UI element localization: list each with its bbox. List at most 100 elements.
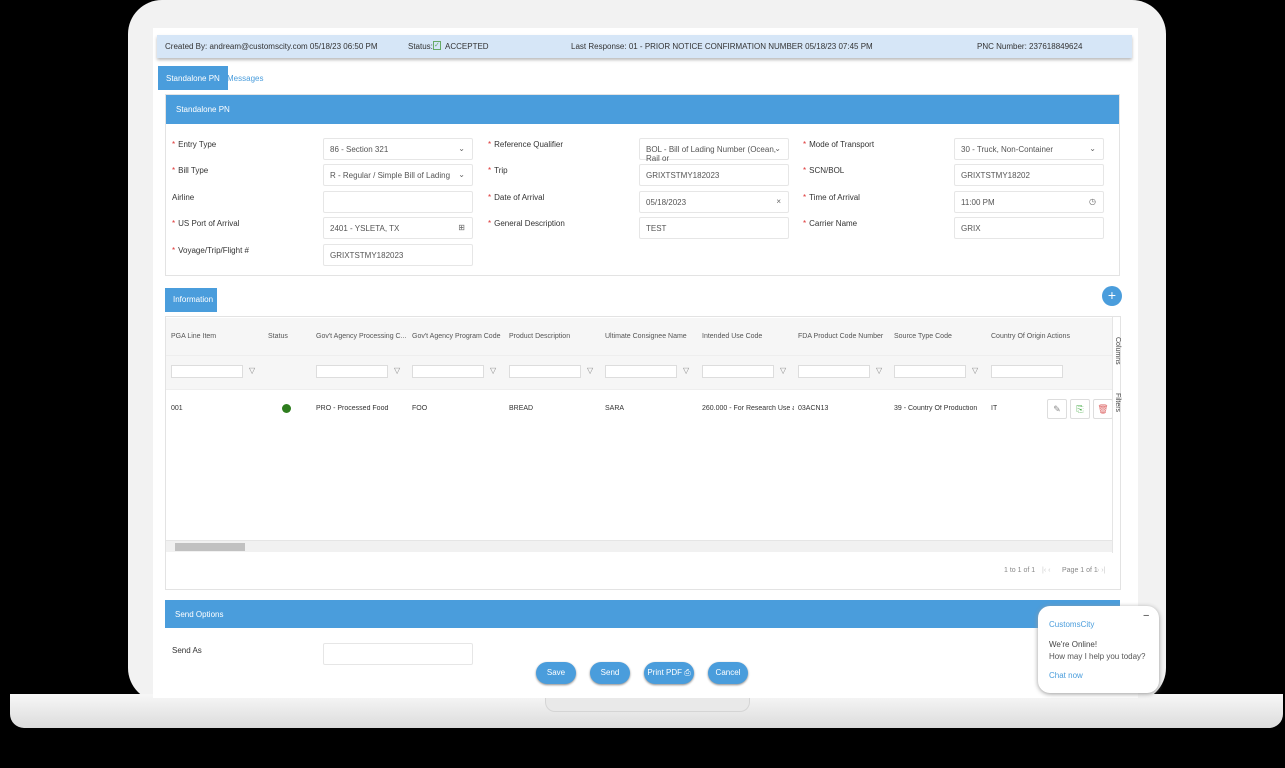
field-label: * Mode of Transport: [803, 140, 874, 149]
column-filter-input[interactable]: [412, 365, 484, 378]
field-input[interactable]: 05/18/2023 ×: [639, 191, 789, 213]
edit-icon[interactable]: ✎: [1047, 399, 1067, 419]
column-header[interactable]: Ultimate Consignee Name: [605, 333, 687, 340]
column-filter-input[interactable]: [171, 365, 243, 378]
cancel-button[interactable]: Cancel: [708, 662, 748, 684]
filters-toggle[interactable]: Filters: [1114, 393, 1121, 412]
filter-icon[interactable]: ▽: [249, 366, 255, 375]
filter-icon[interactable]: ▽: [394, 366, 400, 375]
column-filter-input[interactable]: [991, 365, 1063, 378]
filter-icon[interactable]: ▽: [490, 366, 496, 375]
field-input[interactable]: 11:00 PM ◷: [954, 191, 1104, 213]
columns-toggle[interactable]: Columns: [1114, 337, 1121, 365]
column-header[interactable]: Product Description: [509, 333, 570, 340]
field-label: * Reference Qualifier: [488, 140, 563, 149]
field-input[interactable]: BOL - Bill of Lading Number (Ocean, Rail…: [639, 138, 789, 163]
column-header[interactable]: Status: [268, 333, 288, 340]
field-label: * SCN/BOL: [803, 166, 844, 175]
horizontal-scrollbar[interactable]: [166, 540, 1112, 552]
scrollbar-thumb[interactable]: [175, 543, 245, 551]
column-header[interactable]: FDA Product Code Number: [798, 333, 883, 340]
field-input[interactable]: GRIX: [954, 217, 1104, 239]
next-page-icon[interactable]: › ›|: [1097, 567, 1105, 574]
field-value: 11:00 PM: [961, 198, 995, 207]
field-label-text: US Port of Arrival: [178, 219, 240, 228]
field-input[interactable]: [323, 191, 473, 213]
column-filter-input[interactable]: [702, 365, 774, 378]
filter-icon[interactable]: ▽: [587, 366, 593, 375]
field-label-text: Bill Type: [178, 166, 209, 175]
column-header[interactable]: PGA Line Item: [171, 333, 216, 340]
field-label: * Bill Type: [172, 166, 208, 175]
column-header[interactable]: Source Type Code: [894, 333, 952, 340]
send-button[interactable]: Send: [590, 662, 630, 684]
last-response: Last Response: 01 - PRIOR NOTICE CONFIRM…: [571, 42, 873, 51]
column-filter-input[interactable]: [316, 365, 388, 378]
lookup-icon[interactable]: ⊞: [458, 223, 465, 232]
field-value: GRIXTSTMY182023: [646, 171, 720, 180]
chevron-down-icon[interactable]: ⌄: [1089, 144, 1096, 153]
chevron-down-icon[interactable]: ⌄: [774, 144, 781, 153]
table-cell: PRO - Processed Food: [316, 405, 389, 412]
delete-icon[interactable]: 🗑: [1093, 399, 1113, 419]
minimize-icon[interactable]: −: [1143, 610, 1149, 622]
column-header[interactable]: Actions: [1047, 333, 1070, 340]
filter-icon[interactable]: ▽: [683, 366, 689, 375]
pagination-range: 1 to 1 of 1: [1004, 567, 1036, 574]
field-input[interactable]: 86 - Section 321 ⌄: [323, 138, 473, 160]
table-cell: 260.000 - For Research Use as Hum: [702, 405, 794, 412]
required-marker: *: [803, 166, 807, 175]
field-label-text: Date of Arrival: [494, 193, 545, 202]
save-button[interactable]: Save: [536, 662, 576, 684]
table-cell: FOO: [412, 405, 428, 412]
filter-icon[interactable]: ▽: [972, 366, 978, 375]
chat-now-link[interactable]: Chat now: [1049, 671, 1083, 680]
required-marker: *: [803, 219, 807, 228]
column-header[interactable]: Intended Use Code: [702, 333, 762, 340]
filter-icon[interactable]: ▽: [876, 366, 882, 375]
required-marker: *: [803, 193, 807, 202]
tab-standalone-pn[interactable]: Standalone PN: [158, 66, 228, 90]
clock-icon[interactable]: ◷: [1089, 197, 1096, 206]
information-panel: PGA Line Item ▽ Status Gov't Agency Process…: [165, 316, 1121, 590]
add-item-button[interactable]: +: [1102, 286, 1122, 306]
column-header[interactable]: Gov't Agency Processing C...: [316, 333, 406, 340]
print-pdf-button[interactable]: Print PDF ⎙: [644, 662, 694, 684]
field-input[interactable]: 30 - Truck, Non-Container ⌄: [954, 138, 1104, 160]
side-bar: Columns Filters: [1112, 317, 1122, 553]
tab-messages[interactable]: Messages: [219, 66, 271, 90]
field-input[interactable]: 2401 - YSLETA, TX ⊞: [323, 217, 473, 239]
required-marker: *: [172, 246, 176, 255]
clear-icon[interactable]: ×: [776, 197, 781, 206]
field-input[interactable]: GRIXTSTMY182023: [639, 164, 789, 186]
send-as-select[interactable]: [323, 643, 473, 665]
copy-icon[interactable]: ⎘: [1070, 399, 1090, 419]
field-input[interactable]: GRIXTSTMY182023: [323, 244, 473, 266]
field-value: GRIXTSTMY182023: [330, 251, 404, 260]
first-page-icon[interactable]: |‹ ‹: [1042, 567, 1050, 574]
field-label-text: General Description: [494, 219, 565, 228]
filter-icon[interactable]: ▽: [780, 366, 786, 375]
field-value: 2401 - YSLETA, TX: [330, 224, 400, 233]
send-as-label: Send As: [172, 646, 202, 655]
chevron-down-icon[interactable]: ⌄: [458, 170, 465, 179]
field-label-text: SCN/BOL: [809, 166, 845, 175]
info-bar: Created By: andream@customscity.com 05/1…: [157, 35, 1132, 58]
field-label: * Entry Type: [172, 140, 216, 149]
field-value: 05/18/2023: [646, 198, 687, 207]
column-filter-input[interactable]: [509, 365, 581, 378]
column-header[interactable]: Country Of Origin: [991, 333, 1045, 340]
field-input[interactable]: GRIXTSTMY18202: [954, 164, 1104, 186]
printer-icon: ⎙: [684, 668, 691, 677]
field-input[interactable]: R - Regular / Simple Bill of Lading ⌄: [323, 164, 473, 186]
chevron-down-icon[interactable]: ⌄: [458, 144, 465, 153]
field-value: R - Regular / Simple Bill of Lading: [330, 171, 451, 180]
field-label-text: Trip: [494, 166, 508, 175]
field-label-text: Voyage/Trip/Flight #: [178, 246, 249, 255]
column-filter-input[interactable]: [894, 365, 966, 378]
field-input[interactable]: TEST: [639, 217, 789, 239]
tab-information[interactable]: Information: [165, 288, 217, 312]
column-header[interactable]: Gov't Agency Program Code: [412, 333, 501, 340]
column-filter-input[interactable]: [798, 365, 870, 378]
column-filter-input[interactable]: [605, 365, 677, 378]
